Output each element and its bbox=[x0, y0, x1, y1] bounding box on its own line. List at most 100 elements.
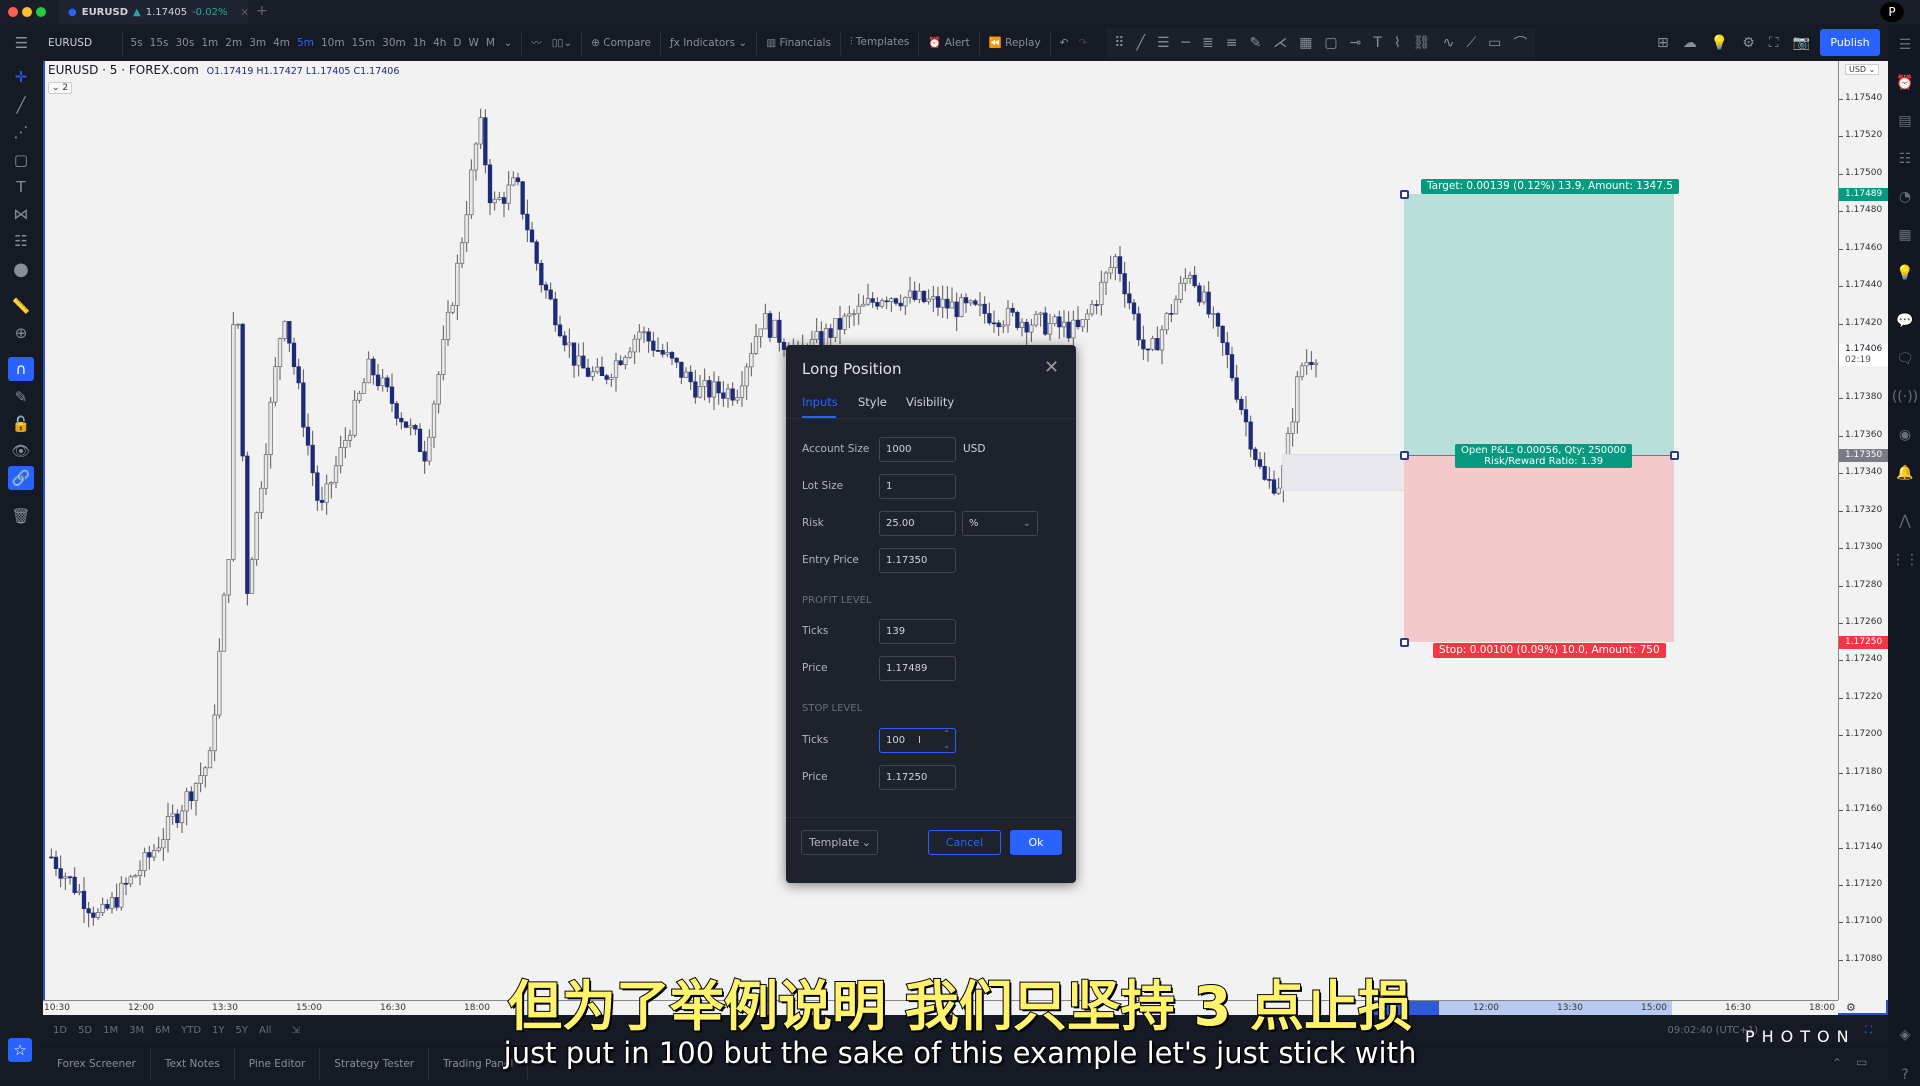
cloud-icon[interactable]: ☁ bbox=[1683, 35, 1697, 51]
interval-W[interactable]: W bbox=[465, 37, 482, 49]
interval-30m[interactable]: 30m bbox=[379, 37, 410, 49]
regression-icon[interactable]: ≡ bbox=[1226, 35, 1238, 51]
fib-icon[interactable]: ⋰ bbox=[8, 120, 34, 144]
link-icon[interactable]: ⛓ bbox=[1413, 35, 1431, 51]
ok-button[interactable]: Ok bbox=[1010, 830, 1062, 855]
replay-button[interactable]: ⏪ Replay bbox=[984, 36, 1046, 49]
data-window-icon[interactable]: ☷ bbox=[1894, 148, 1916, 170]
interval-1h[interactable]: 1h bbox=[409, 37, 429, 49]
comments-icon[interactable]: 🗨 bbox=[1894, 348, 1916, 370]
risk-input[interactable]: 25.00 bbox=[879, 511, 956, 536]
template-dropdown[interactable]: Template ⌄ bbox=[801, 830, 878, 855]
alert-button[interactable]: ⏰ Alert bbox=[923, 36, 974, 49]
interval-15m[interactable]: 15m bbox=[348, 37, 379, 49]
lot-size-input[interactable]: 1 bbox=[879, 474, 956, 499]
close-window-icon[interactable] bbox=[8, 7, 18, 17]
chart-type-candles-icon[interactable]: ▯▯⌄ bbox=[547, 37, 577, 49]
trash-icon[interactable]: 🗑 bbox=[8, 504, 34, 528]
tab-close-button[interactable]: × bbox=[240, 7, 248, 18]
redo-icon[interactable]: ↷ bbox=[1073, 37, 1092, 49]
measure-icon[interactable]: ⟋ bbox=[1466, 35, 1476, 51]
interval-10m[interactable]: 10m bbox=[317, 37, 348, 49]
notifications-bell-icon[interactable]: 🔔 bbox=[1894, 462, 1916, 484]
interval-4h[interactable]: 4h bbox=[430, 37, 450, 49]
tab-inputs[interactable]: Inputs bbox=[802, 395, 838, 409]
chats-icon[interactable]: 💬 bbox=[1894, 310, 1916, 332]
drag-handle-icon[interactable]: ⠿ bbox=[1114, 35, 1124, 51]
eye-icon[interactable]: 👁 bbox=[8, 439, 34, 463]
financials-button[interactable]: ▥ Financials bbox=[761, 37, 836, 49]
new-tab-button[interactable]: + bbox=[256, 3, 268, 19]
interval-M[interactable]: M bbox=[482, 37, 498, 49]
undo-icon[interactable]: ↶ bbox=[1055, 37, 1074, 49]
interval-1m[interactable]: 1m bbox=[198, 37, 222, 49]
grid-icon[interactable]: ▦ bbox=[1299, 35, 1312, 51]
interval-5m[interactable]: 5m bbox=[294, 37, 318, 49]
tab-eurusd[interactable]: ● EURUSD ▲ 1.17405 -0.02% × bbox=[58, 0, 249, 24]
dom-icon[interactable]: ⋮⋮ bbox=[1891, 549, 1919, 571]
tab-style[interactable]: Style bbox=[858, 395, 887, 409]
callout-icon[interactable]: ▭ bbox=[1488, 35, 1501, 51]
magnet-icon[interactable]: ∩ bbox=[8, 357, 34, 381]
alerts-icon[interactable]: ⏰ bbox=[1894, 72, 1916, 94]
interval-dropdown-icon[interactable]: ⌄ bbox=[498, 37, 517, 49]
zoom-in-icon[interactable]: ⊕ bbox=[8, 321, 34, 345]
rectangle-icon[interactable]: ▢ bbox=[8, 148, 34, 172]
indicators-collapse-button[interactable]: ⌄ 2 bbox=[48, 82, 73, 94]
forecast-icon[interactable]: ☷ bbox=[8, 229, 34, 253]
trend-line-icon[interactable]: ╱ bbox=[8, 93, 34, 117]
ruler-icon[interactable]: 📏 bbox=[8, 294, 34, 318]
crosshair-icon[interactable]: ✛ bbox=[8, 65, 34, 89]
sync-link-icon[interactable]: 🔗 bbox=[8, 466, 34, 490]
menu-icon[interactable]: ☰ bbox=[0, 34, 43, 52]
stop-ticks-input[interactable]: 100 I ⌃ ⌄ bbox=[879, 728, 956, 753]
streams-icon[interactable]: ((·)) bbox=[1892, 386, 1918, 408]
lock-icon[interactable]: 🔓 bbox=[8, 412, 34, 436]
interval-2m[interactable]: 2m bbox=[222, 37, 246, 49]
horizontal-ray-icon[interactable]: ─ bbox=[1182, 35, 1190, 51]
interval-D[interactable]: D bbox=[450, 37, 465, 49]
ideas-icon[interactable]: 💡 bbox=[1894, 262, 1916, 284]
avatar[interactable]: P bbox=[1880, 2, 1904, 22]
calendar-icon[interactable]: ▦ bbox=[1894, 224, 1916, 246]
cancel-button[interactable]: Cancel bbox=[928, 830, 1001, 855]
news-icon[interactable]: ▤ bbox=[1894, 110, 1916, 132]
loss-zone[interactable] bbox=[1404, 454, 1674, 642]
indicators-button[interactable]: ƒx Indicators ⌄ bbox=[665, 37, 752, 49]
layout-icon[interactable]: ⊞ bbox=[1657, 35, 1669, 51]
text-icon[interactable]: T bbox=[1373, 35, 1382, 51]
trend-line-icon[interactable]: ╱ bbox=[1137, 35, 1145, 51]
pitchfork-icon[interactable]: ⋌ bbox=[1273, 35, 1287, 51]
publish-button[interactable]: Publish bbox=[1820, 29, 1880, 56]
broadcast-icon[interactable]: ◉ bbox=[1894, 424, 1916, 446]
path-icon[interactable]: ⌇ bbox=[1394, 35, 1401, 51]
horizontal-lines-icon[interactable]: ☰ bbox=[1157, 35, 1170, 51]
stop-handle[interactable] bbox=[1400, 637, 1409, 647]
fullscreen-icon[interactable]: ⛶ bbox=[1769, 35, 1779, 51]
hotlist-icon[interactable]: ◔ bbox=[1894, 186, 1916, 208]
entry-handle-left[interactable] bbox=[1400, 450, 1409, 460]
account-size-input[interactable]: 1000 bbox=[879, 437, 956, 462]
price-line-icon[interactable]: ⊸ bbox=[1350, 35, 1362, 51]
entry-price-input[interactable]: 1.17350 bbox=[879, 548, 956, 573]
interval-4m[interactable]: 4m bbox=[270, 37, 294, 49]
curve-icon[interactable]: ⌒ bbox=[1513, 33, 1527, 53]
lightbulb-icon[interactable]: 💡 bbox=[1711, 35, 1728, 51]
entry-handle-right[interactable] bbox=[1670, 450, 1679, 460]
currency-selector[interactable]: USD ⌄ bbox=[1845, 64, 1880, 75]
chart-type-line-icon[interactable]: 〰 bbox=[526, 35, 547, 50]
pattern-icon[interactable]: ⋈ bbox=[8, 202, 34, 226]
watchlist-icon[interactable]: ☰ bbox=[1894, 34, 1916, 56]
price-axis[interactable]: USD ⌄ 1.17540 1.17520 1.17500 1.17480 1.1746… bbox=[1838, 61, 1889, 1000]
lock-drawing-icon[interactable]: ✎ bbox=[8, 385, 34, 409]
interval-30s[interactable]: 30s bbox=[172, 37, 198, 49]
settings-icon[interactable]: ⚙ bbox=[1742, 35, 1755, 51]
close-icon[interactable]: ✕ bbox=[1044, 357, 1059, 378]
profit-ticks-input[interactable]: 139 bbox=[879, 619, 956, 644]
maximize-window-icon[interactable] bbox=[36, 7, 46, 17]
order-panel-icon[interactable]: ⋀ bbox=[1894, 510, 1916, 532]
compare-button[interactable]: ⊕ Compare bbox=[586, 37, 656, 49]
templates-button[interactable]: ⫶ Templates bbox=[845, 36, 914, 49]
parallel-channel-icon[interactable]: ≣ bbox=[1202, 35, 1214, 51]
target-handle[interactable] bbox=[1400, 190, 1409, 200]
